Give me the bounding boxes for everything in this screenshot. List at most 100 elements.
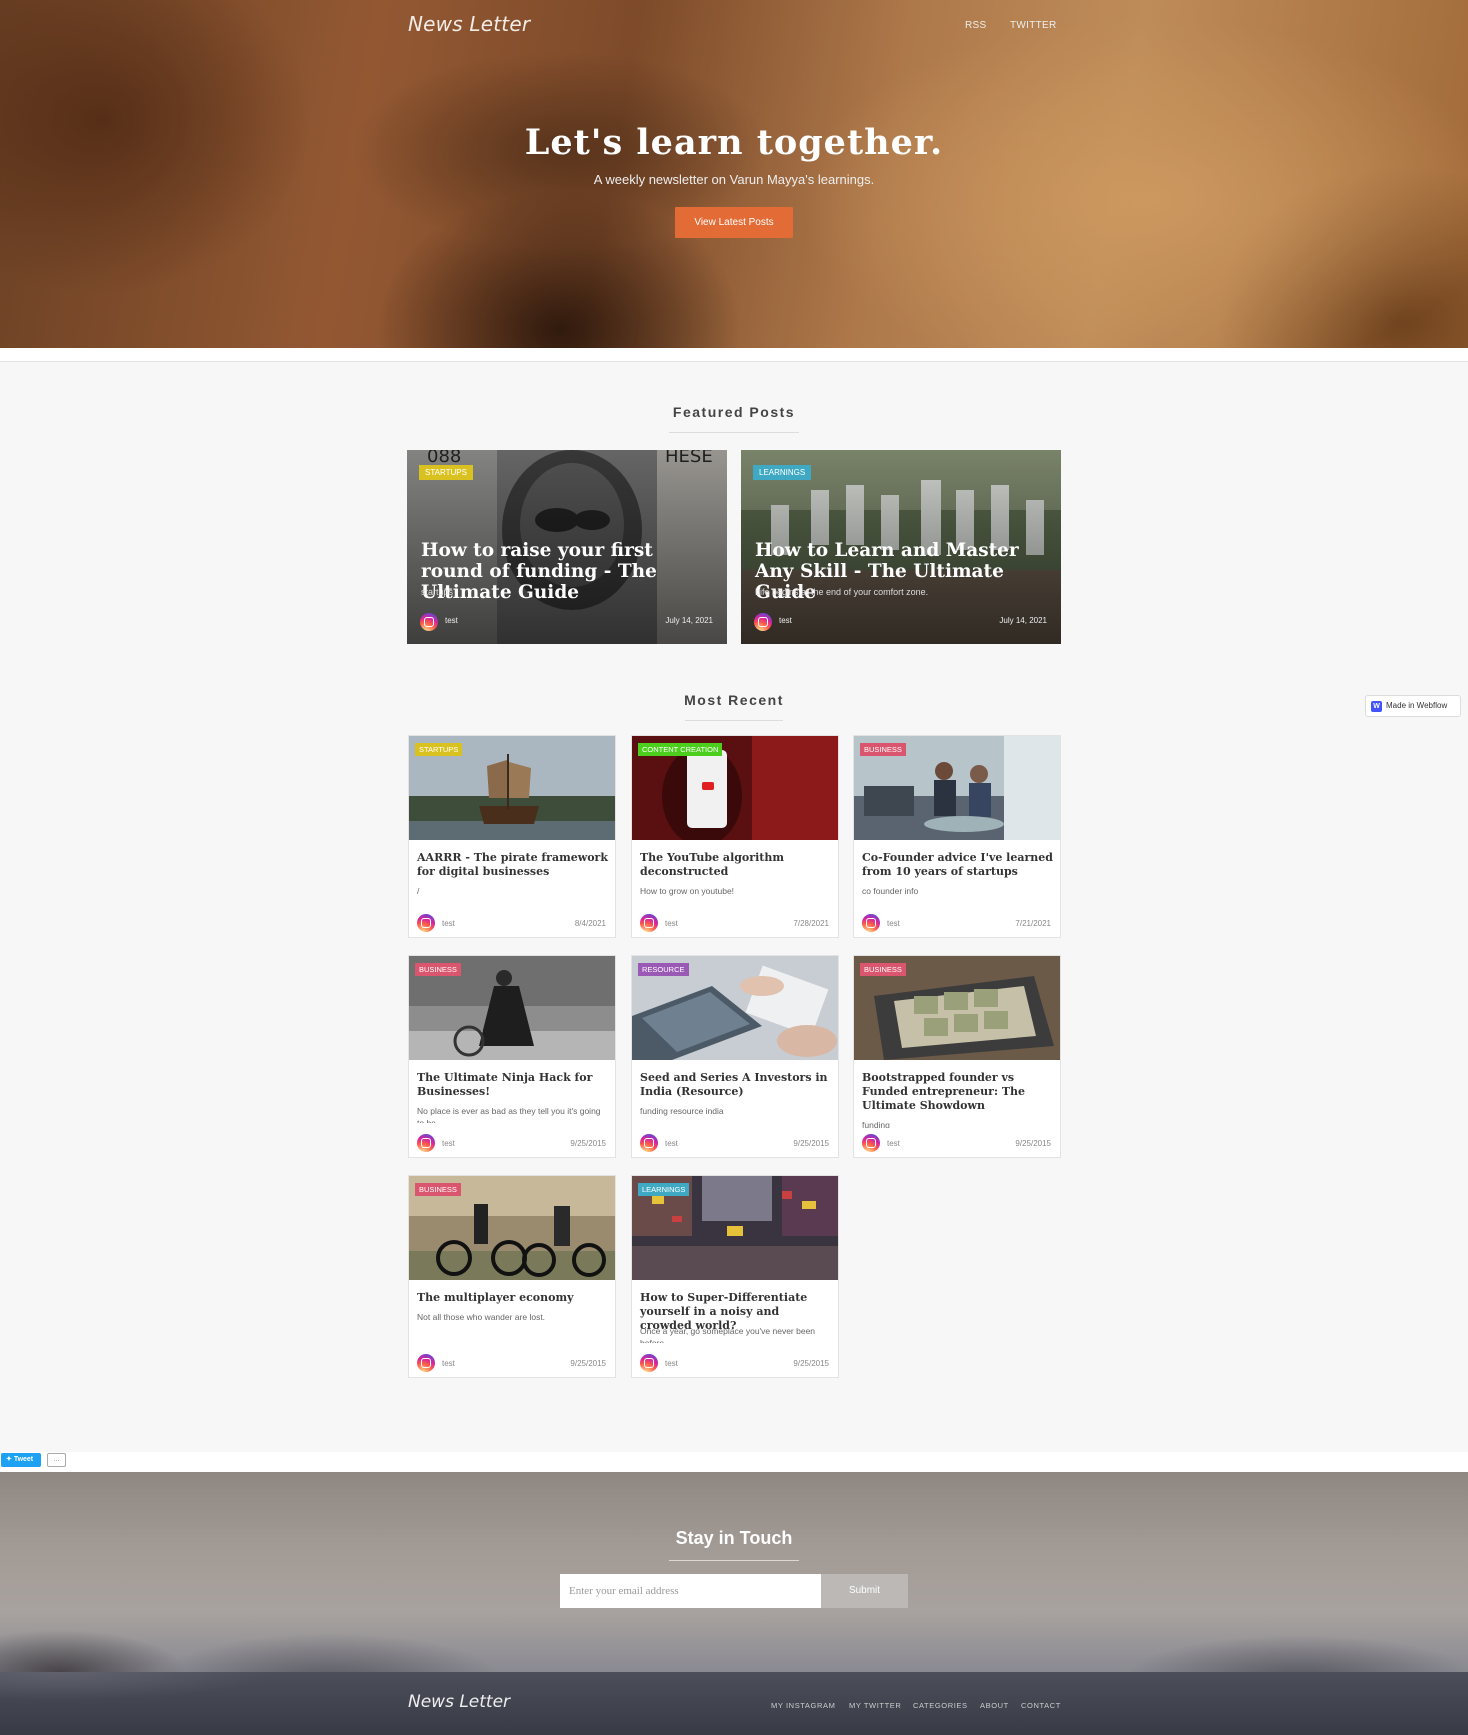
post-date: 9/25/2015 [793,1359,829,1368]
category-badge[interactable]: STARTUPS [419,465,473,480]
post-date: 9/25/2015 [570,1139,606,1148]
hero-title: Let's learn together. [524,122,944,163]
post-title: Seed and Series A Investors in India (Re… [640,1071,828,1098]
post-author: test [779,616,792,625]
instagram-icon [862,914,880,932]
category-badge[interactable]: LEARNINGS [753,465,812,480]
category-badge[interactable]: BUSINESS [415,963,461,976]
category-badge[interactable]: BUSINESS [860,743,906,756]
category-badge[interactable]: RESOURCE [638,963,689,976]
footer: News Letter MY INSTAGRAM MY TWITTER CATE… [0,1672,1468,1735]
instagram-icon [417,1134,435,1152]
brand-logo[interactable]: News Letter [408,12,530,36]
webflow-badge-label: Made in Webflow [1386,701,1448,710]
most-recent-heading: Most Recent [684,692,784,708]
post-title: Co-Founder advice I've learned from 10 y… [862,851,1053,878]
most-recent-rule [685,720,783,721]
post-title: AARRR - The pirate framework for digital… [417,851,608,878]
twitter-bird-icon: ✦ [6,1456,14,1463]
post-card[interactable]: STARTUPS AARRR - The pirate framework fo… [408,735,616,938]
post-card[interactable]: BUSINESS Co-Founder advice I've learned … [853,735,1061,938]
post-summary: Once a year, go someplace you've never b… [640,1326,816,1343]
view-latest-posts-button[interactable]: View Latest Posts [675,207,793,238]
instagram-icon [754,613,772,631]
instagram-icon [420,613,438,631]
post-summary: How to grow on youtube! [640,886,735,896]
post-card[interactable]: RESOURCE Seed and Series A Investors in … [631,955,839,1158]
tweet-count: ... [47,1453,66,1467]
featured-rule [669,432,799,433]
post-author: test [442,1359,455,1368]
footer-link-categories[interactable]: CATEGORIES [913,1701,968,1710]
spacer-band [0,348,1468,362]
post-title: The Ultimate Ninja Hack for Businesses! [417,1071,593,1098]
post-summary: funding [862,1120,890,1128]
instagram-icon [640,1354,658,1372]
featured-heading: Featured Posts [672,404,796,420]
footer-link-twitter[interactable]: MY TWITTER [849,1701,901,1710]
footer-link-about[interactable]: ABOUT [980,1701,1009,1710]
post-author: test [887,919,900,928]
divider [0,361,1468,362]
post-author: test [665,919,678,928]
subscribe-rule [669,1560,799,1561]
post-summary: No place is ever as bad as they tell you… [417,1106,601,1123]
post-date: July 14, 2021 [665,616,713,625]
instagram-icon [417,1354,435,1372]
post-date: July 14, 2021 [999,616,1047,625]
post-author: test [445,616,458,625]
category-badge[interactable]: BUSINESS [415,1183,461,1196]
footer-link-instagram[interactable]: MY INSTAGRAM [771,1701,835,1710]
hero-subtitle: A weekly newsletter on Varun Mayya's lea… [593,172,875,187]
featured-post-card[interactable]: LEARNINGS How to Learn and Master Any Sk… [741,450,1061,644]
category-badge[interactable]: STARTUPS [415,743,463,756]
instagram-icon [640,914,658,932]
instagram-icon [417,914,435,932]
hero-section: News Letter RSS TWITTER Let's learn toge… [0,0,1468,348]
post-title: The YouTube algorithm deconstructed [640,851,784,878]
post-author: test [442,919,455,928]
post-summary: / [417,886,420,896]
post-card[interactable]: BUSINESS Bootstrapped founder vs Funded … [853,955,1061,1158]
tweet-band [0,1452,1468,1472]
post-date: 7/28/2021 [793,919,829,928]
featured-post-title: How to raise your first round of funding… [421,540,657,603]
email-field[interactable] [560,1574,821,1608]
post-author: test [665,1139,678,1148]
post-card[interactable]: BUSINESS The Ultimate Ninja Hack for Bus… [408,955,616,1158]
category-badge[interactable]: CONTENT CREATION [638,743,723,756]
footer-brand-logo[interactable]: News Letter [408,1692,510,1712]
instagram-icon [862,1134,880,1152]
post-card[interactable]: BUSINESS The multiplayer economy Not all… [408,1175,616,1378]
category-badge[interactable]: LEARNINGS [638,1183,690,1196]
post-date: 9/25/2015 [1015,1139,1051,1148]
post-author: test [442,1139,455,1148]
tweet-label: Tweet [13,1456,34,1463]
nav-rss[interactable]: RSS [965,20,986,31]
post-title: The multiplayer economy [417,1291,574,1304]
made-in-webflow-badge[interactable]: W Made in Webflow [1365,695,1461,717]
subscribe-heading: Stay in Touch [675,1528,793,1548]
post-author: test [665,1359,678,1368]
nav-twitter[interactable]: TWITTER [1010,20,1057,31]
post-date: 9/25/2015 [570,1359,606,1368]
tweet-button[interactable]: ✦ Tweet [1,1453,41,1467]
post-date: 8/4/2021 [574,919,606,928]
footer-link-contact[interactable]: CONTACT [1021,1701,1061,1710]
post-author: test [887,1139,900,1148]
post-card[interactable]: CONTENT CREATION The YouTube algorithm d… [631,735,839,938]
category-badge[interactable]: BUSINESS [860,963,906,976]
post-card[interactable]: LEARNINGS How to Super-Differentiate you… [631,1175,839,1378]
post-date: 7/21/2021 [1015,919,1051,928]
post-summary: co founder info [862,886,919,896]
instagram-icon [640,1134,658,1152]
webflow-logo-icon: W [1371,701,1382,712]
featured-post-summary: Life begins at the end of your comfort z… [755,587,929,597]
post-summary: funding resource india [640,1106,724,1116]
featured-post-card[interactable]: HESE 088 STARTUPS How to raise your firs… [407,450,727,644]
submit-button[interactable]: Submit [821,1574,908,1608]
post-title: Bootstrapped founder vs Funded entrepren… [862,1071,1026,1112]
post-summary: Not all those who wander are lost. [417,1312,546,1322]
post-date: 9/25/2015 [793,1139,829,1148]
subscribe-section: Stay in Touch Submit [0,1472,1468,1672]
